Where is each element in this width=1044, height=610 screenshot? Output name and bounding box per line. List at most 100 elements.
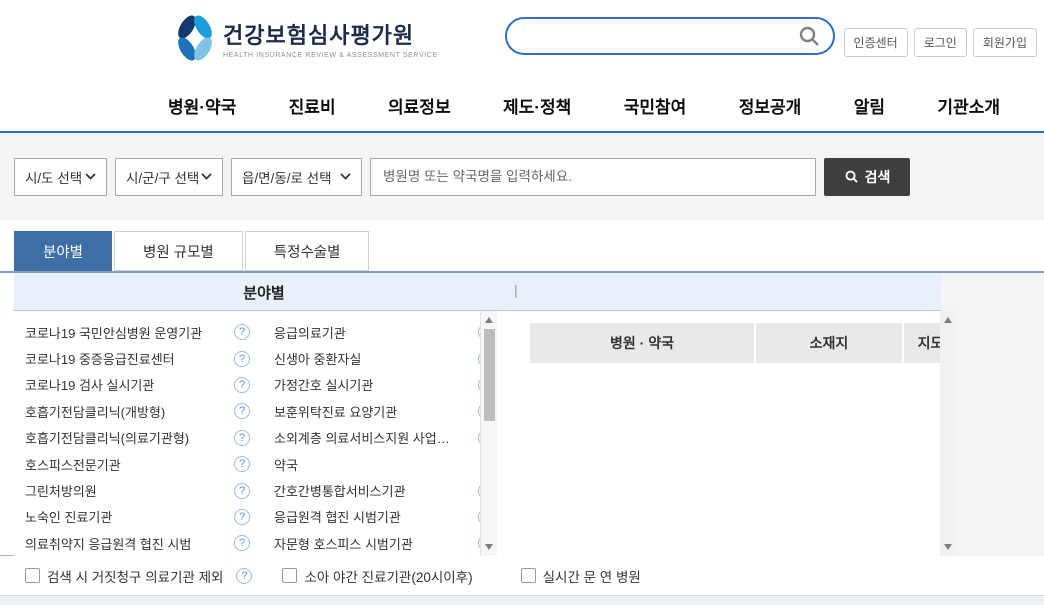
- nav-item[interactable]: 정보공개: [739, 93, 802, 118]
- bottom-strip: [0, 595, 1044, 605]
- tab[interactable]: 특정수술별: [245, 231, 370, 271]
- utility-button[interactable]: 회원가입: [973, 28, 1037, 57]
- footer-filters: 검색 시 거짓청구 의료기관 제외? 소아 야간 진료기관(20시이후) 실시간 문…: [0, 556, 1044, 595]
- checkbox[interactable]: [282, 568, 297, 583]
- content-row: 코로나19 국민안심병원 운영기관?코로나19 중증응급진료센터?코로나19 검…: [0, 311, 1044, 556]
- nav-item[interactable]: 알림: [854, 93, 885, 118]
- footer-filter-item[interactable]: 검색 시 거짓청구 의료기관 제외?: [25, 566, 252, 586]
- category-item-label: 응급원격 협진 시범기관: [274, 507, 401, 526]
- dong-select[interactable]: 읍/면/동/로 선택: [231, 158, 362, 196]
- results-table-header: 소재지: [756, 323, 902, 363]
- footer-filter-label: 소아 야간 진료기관(20시이후): [304, 566, 472, 586]
- footer-filter-label: 실시간 문 연 병원: [543, 566, 641, 586]
- category-item-label: 간호간병통합서비스기관: [274, 481, 406, 500]
- category-item-label: 노숙인 진료기관: [25, 507, 112, 526]
- help-icon[interactable]: ?: [234, 377, 250, 393]
- logo-title: 건강보험심사평가원: [223, 18, 438, 50]
- category-item-label: 신생아 중환자실: [274, 349, 361, 368]
- nav-item[interactable]: 국민참여: [624, 93, 687, 118]
- category-item[interactable]: 응급의료기관?: [274, 319, 494, 345]
- category-column-1: 코로나19 국민안심병원 운영기관?코로나19 중증응급진료센터?코로나19 검…: [25, 319, 250, 556]
- category-item[interactable]: 간호간병통합서비스기관?: [274, 477, 494, 503]
- nav-item[interactable]: 의료정보: [388, 93, 451, 118]
- search-button-label: 검색: [865, 167, 891, 187]
- content-gray-fill: [957, 311, 1044, 556]
- global-search-input[interactable]: [523, 21, 797, 51]
- sido-select[interactable]: 시/도 선택: [14, 158, 107, 196]
- scrollbar-thumb[interactable]: [484, 329, 495, 421]
- help-icon[interactable]: ?: [234, 430, 250, 446]
- results-table-head: 병원 · 약국소재지지도: [530, 323, 957, 363]
- category-item-label: 응급의료기관: [274, 323, 346, 342]
- scroll-down-icon[interactable]: [944, 544, 952, 550]
- help-icon[interactable]: ?: [234, 351, 250, 367]
- category-item[interactable]: 가정간호 실시기관?: [274, 372, 494, 398]
- category-item[interactable]: 보훈위탁진료 요양기관?: [274, 398, 494, 424]
- footer-filter-item[interactable]: 소아 야간 진료기관(20시이후): [282, 566, 472, 586]
- tab[interactable]: 병원 규모별: [114, 231, 243, 271]
- hira-logo-icon: [175, 14, 215, 62]
- sigungu-select[interactable]: 시/군/구 선택: [115, 158, 223, 196]
- category-scrollbar[interactable]: [480, 311, 497, 556]
- category-item[interactable]: 호스피스전문기관?: [25, 451, 250, 477]
- results-table-header: 병원 · 약국: [530, 323, 754, 363]
- panel-title: 분야별: [14, 273, 514, 311]
- logo[interactable]: 건강보험심사평가원 HEALTH INSURANCE REVIEW & ASSE…: [175, 14, 438, 62]
- nav-item[interactable]: 진료비: [289, 93, 336, 118]
- category-item[interactable]: 노숙인 진료기관?: [25, 504, 250, 530]
- results-scrollbar[interactable]: [940, 311, 957, 556]
- chevron-down-icon: [201, 173, 212, 180]
- page: 건강보험심사평가원 HEALTH INSURANCE REVIEW & ASSE…: [0, 0, 1044, 610]
- utility-button[interactable]: 인증센터: [844, 28, 908, 57]
- keyword-input[interactable]: [370, 158, 816, 196]
- category-item-label: 가정간호 실시기관: [274, 375, 373, 394]
- category-item[interactable]: 약국: [274, 451, 494, 477]
- nav-item[interactable]: 제도·정책: [503, 93, 571, 118]
- category-item[interactable]: 의료취약지 응급원격 협진 시범?: [25, 530, 250, 556]
- category-item[interactable]: 소외계층 의료서비스지원 사업…?: [274, 425, 494, 451]
- help-icon[interactable]: ?: [234, 483, 250, 499]
- help-icon[interactable]: ?: [234, 535, 250, 551]
- category-item[interactable]: 코로나19 검사 실시기관?: [25, 372, 250, 398]
- category-item[interactable]: 코로나19 국민안심병원 운영기관?: [25, 319, 250, 345]
- scroll-up-icon[interactable]: [485, 317, 493, 323]
- category-item[interactable]: 자문형 호스피스 시범기관?: [274, 530, 494, 556]
- help-icon[interactable]: ?: [234, 403, 250, 419]
- category-item[interactable]: 신생아 중환자실?: [274, 345, 494, 371]
- sido-select-value: 시/도 선택: [25, 167, 82, 187]
- checkbox[interactable]: [521, 568, 536, 583]
- help-icon[interactable]: ?: [236, 568, 252, 584]
- category-column-2: 응급의료기관?신생아 중환자실?가정간호 실시기관?보훈위탁진료 요양기관?소외…: [274, 319, 494, 556]
- sigungu-select-value: 시/군/구 선택: [126, 167, 199, 187]
- category-item-label: 소외계층 의료서비스지원 사업…: [274, 428, 450, 447]
- dong-select-value: 읍/면/동/로 선택: [242, 167, 332, 187]
- category-item-label: 호흡기전담클리닉(개방형): [25, 402, 165, 421]
- filter-bar: 시/도 선택 시/군/구 선택 읍/면/동/로 선택 검색: [0, 133, 1044, 220]
- category-item[interactable]: 그린처방의원?: [25, 477, 250, 503]
- chevron-down-icon: [340, 173, 351, 180]
- footer-filter-item[interactable]: 실시간 문 연 병원: [521, 566, 641, 586]
- category-item[interactable]: 코로나19 중증응급진료센터?: [25, 345, 250, 371]
- help-icon[interactable]: ?: [234, 456, 250, 472]
- scroll-down-icon[interactable]: [485, 544, 493, 550]
- category-item[interactable]: 호흡기전담클리닉(개방형)?: [25, 398, 250, 424]
- category-item[interactable]: 호흡기전담클리닉(의료기관형)?: [25, 425, 250, 451]
- scroll-up-icon[interactable]: [944, 317, 952, 323]
- utility-buttons: 인증센터로그인회원가입: [844, 28, 1037, 57]
- panel-title-row: 분야별 |: [0, 273, 1044, 311]
- utility-button[interactable]: 로그인: [914, 28, 967, 57]
- nav-item[interactable]: 기관소개: [937, 93, 1000, 118]
- category-item-label: 코로나19 중증응급진료센터: [25, 349, 175, 368]
- panel-divider: |: [514, 282, 518, 298]
- search-button[interactable]: 검색: [824, 158, 910, 196]
- checkbox[interactable]: [25, 568, 40, 583]
- help-icon[interactable]: ?: [234, 324, 250, 340]
- nav-item[interactable]: 병원·약국: [168, 93, 236, 118]
- site-header: 건강보험심사평가원 HEALTH INSURANCE REVIEW & ASSE…: [0, 0, 1044, 80]
- category-list-columns: 코로나19 국민안심병원 운영기관?코로나19 중증응급진료센터?코로나19 검…: [14, 311, 511, 556]
- panel-title-bar: 분야별 |: [14, 273, 941, 311]
- category-item[interactable]: 응급원격 협진 시범기관?: [274, 504, 494, 530]
- search-icon[interactable]: [797, 24, 821, 48]
- help-icon[interactable]: ?: [234, 509, 250, 525]
- tab[interactable]: 분야별: [14, 231, 112, 271]
